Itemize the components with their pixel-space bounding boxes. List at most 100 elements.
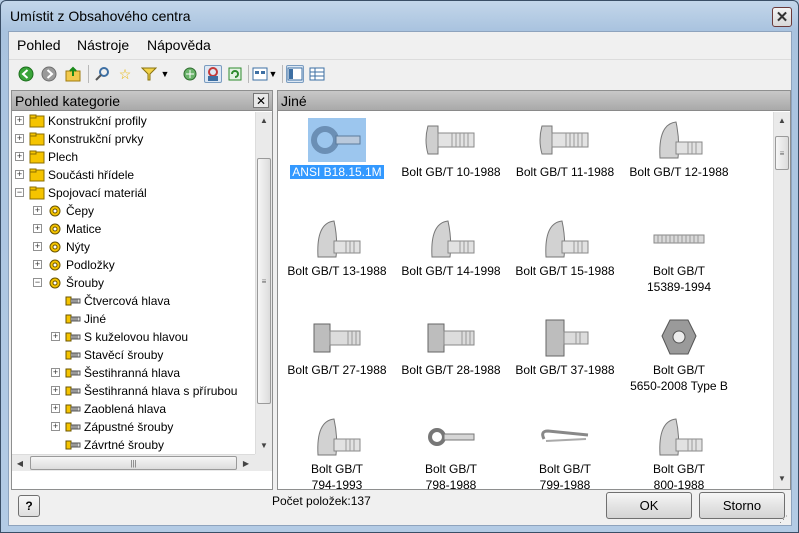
category-folder-icon bbox=[47, 240, 63, 254]
scroll-up-arrow-icon[interactable]: ▲ bbox=[774, 112, 790, 129]
content-item-label: Bolt GB/T 5650-2008 Type B bbox=[630, 363, 728, 393]
category-tree-hscrollbar[interactable]: ◀ ||| ▶ bbox=[12, 454, 255, 471]
fastener-thumbnail-icon bbox=[536, 217, 594, 261]
views-dropdown-button[interactable]: ▼ bbox=[267, 65, 279, 83]
items-pane-header: Jiné bbox=[278, 91, 790, 111]
scroll-thumb[interactable]: ≡ bbox=[257, 158, 271, 404]
fastener-thumbnail-icon bbox=[650, 217, 708, 261]
category-tree-vscrollbar[interactable]: ▲ ≡ ▼ bbox=[255, 112, 272, 454]
content-item[interactable]: Bolt GB/T 13-1988 bbox=[280, 211, 394, 306]
close-icon: ✕ bbox=[255, 93, 267, 108]
scroll-up-arrow-icon[interactable]: ▲ bbox=[256, 112, 272, 129]
content-item-label: Bolt GB/T 11-1988 bbox=[515, 165, 615, 179]
expand-icon[interactable]: + bbox=[33, 242, 42, 251]
category-pane-close-button[interactable]: ✕ bbox=[253, 93, 269, 108]
expand-icon[interactable]: + bbox=[15, 116, 24, 125]
content-item[interactable]: Bolt GB/T 28-1988 bbox=[394, 310, 508, 405]
help-button[interactable]: ? bbox=[18, 495, 40, 517]
favorites-button[interactable]: ☆ bbox=[116, 65, 134, 83]
menu-nastroje[interactable]: Nástroje bbox=[77, 37, 129, 53]
up-level-button[interactable] bbox=[64, 65, 82, 83]
ok-button[interactable]: OK bbox=[606, 492, 692, 519]
scroll-down-arrow-icon[interactable]: ▼ bbox=[256, 437, 272, 454]
category-folder-icon bbox=[65, 366, 81, 380]
fastener-thumbnail-icon bbox=[422, 316, 480, 360]
view-filter-toggle[interactable] bbox=[204, 65, 222, 83]
collapse-icon[interactable]: − bbox=[33, 278, 42, 287]
expand-icon[interactable]: + bbox=[15, 152, 24, 161]
category-folder-icon bbox=[65, 312, 81, 326]
expand-icon[interactable]: + bbox=[51, 386, 60, 395]
content-item[interactable]: ANSI B18.15.1M bbox=[280, 112, 394, 207]
search-button[interactable] bbox=[93, 65, 111, 83]
items-vscrollbar[interactable]: ▲ ≡ ▼ bbox=[773, 112, 790, 489]
content-item-label: Bolt GB/T 28-1988 bbox=[401, 363, 501, 377]
expand-icon[interactable]: + bbox=[33, 224, 42, 233]
expand-icon[interactable]: + bbox=[51, 368, 60, 377]
tree-view-toggle[interactable] bbox=[286, 65, 304, 83]
scroll-right-arrow-icon[interactable]: ▶ bbox=[238, 455, 254, 472]
expand-icon[interactable]: + bbox=[51, 332, 60, 341]
expand-icon[interactable]: + bbox=[33, 260, 42, 269]
content-item-label: Bolt GB/T 798-1988 bbox=[424, 462, 477, 489]
filter-dropdown-button[interactable]: ▼ bbox=[159, 65, 171, 83]
scroll-down-arrow-icon[interactable]: ▼ bbox=[774, 470, 790, 487]
content-item[interactable]: Bolt GB/T 10-1988 bbox=[394, 112, 508, 207]
toolbar-separator bbox=[88, 65, 89, 83]
expand-icon[interactable]: + bbox=[15, 134, 24, 143]
menu-pohled[interactable]: Pohled bbox=[17, 37, 61, 53]
tree-item-label: Konstrukční prvky bbox=[48, 132, 144, 146]
expand-icon[interactable]: + bbox=[33, 206, 42, 215]
content-item[interactable]: Bolt GB/T 798-1988 bbox=[394, 409, 508, 489]
item-count-label: Počet položek:137 bbox=[272, 494, 371, 508]
content-item-label: Bolt GB/T 15389-1994 bbox=[646, 264, 712, 294]
user-filter-icon bbox=[208, 67, 218, 81]
forward-button[interactable] bbox=[40, 65, 58, 83]
detail-view-toggle[interactable] bbox=[308, 65, 326, 83]
cancel-button[interactable]: Storno bbox=[699, 492, 785, 519]
scroll-thumb[interactable]: ||| bbox=[30, 456, 237, 470]
menu-napoveda[interactable]: Nápověda bbox=[147, 37, 211, 53]
content-item[interactable]: Bolt GB/T 15-1988 bbox=[508, 211, 622, 306]
resize-grip-icon[interactable]: ⋰ bbox=[779, 514, 789, 524]
forward-arrow-icon bbox=[41, 66, 57, 82]
content-item-label: Bolt GB/T 37-1988 bbox=[515, 363, 615, 377]
category-folder-icon bbox=[65, 294, 81, 308]
back-button[interactable] bbox=[17, 65, 35, 83]
dropdown-arrow-icon: ▼ bbox=[160, 68, 170, 79]
views-icon bbox=[252, 67, 268, 81]
refresh-icon bbox=[228, 67, 242, 81]
scroll-thumb[interactable]: ≡ bbox=[775, 136, 789, 170]
collapse-icon[interactable]: − bbox=[15, 188, 24, 197]
content-item[interactable]: Bolt GB/T 800-1988 bbox=[622, 409, 736, 489]
expand-icon[interactable]: + bbox=[51, 404, 60, 413]
tree-item-label: Nýty bbox=[66, 240, 90, 254]
refresh-content-button[interactable] bbox=[181, 65, 199, 83]
content-item[interactable]: Bolt GB/T 27-1988 bbox=[280, 310, 394, 405]
category-folder-icon bbox=[65, 348, 81, 362]
update-button[interactable] bbox=[226, 65, 244, 83]
tree-item-label: Stavěcí šrouby bbox=[84, 348, 164, 362]
fastener-thumbnail-icon bbox=[422, 118, 480, 162]
content-item[interactable]: Bolt GB/T 11-1988 bbox=[508, 112, 622, 207]
items-pane: Jiné ANSI B18.15.1M Bolt GB/T 10-1988 Bolt… bbox=[277, 90, 791, 490]
content-item[interactable]: Bolt GB/T 15389-1994 bbox=[622, 211, 736, 306]
dialog-client-area: Pohled Nástroje Nápověda ☆ ▼ ▼ Pohled ka… bbox=[8, 31, 792, 526]
category-tree[interactable]: + Konstrukční profily + Konstrukční prvky + P… bbox=[12, 112, 255, 454]
expand-icon[interactable]: + bbox=[51, 422, 60, 431]
content-item[interactable]: Bolt GB/T 12-1988 bbox=[622, 112, 736, 207]
content-item[interactable]: Bolt GB/T 14-1998 bbox=[394, 211, 508, 306]
tree-item-label: S kuželovou hlavou bbox=[84, 330, 189, 344]
category-folder-icon bbox=[29, 168, 45, 182]
window-close-button[interactable]: ✕ bbox=[772, 7, 792, 27]
content-item[interactable]: Bolt GB/T 37-1988 bbox=[508, 310, 622, 405]
category-folder-icon bbox=[29, 150, 45, 164]
scroll-left-arrow-icon[interactable]: ◀ bbox=[12, 455, 28, 472]
content-item[interactable]: Bolt GB/T 799-1988 bbox=[508, 409, 622, 489]
content-item-label: Bolt GB/T 27-1988 bbox=[287, 363, 387, 377]
expand-icon[interactable]: + bbox=[15, 170, 24, 179]
content-item[interactable]: Bolt GB/T 5650-2008 Type B bbox=[622, 310, 736, 405]
content-item[interactable]: Bolt GB/T 794-1993 bbox=[280, 409, 394, 489]
category-folder-icon bbox=[65, 402, 81, 416]
filter-button[interactable] bbox=[140, 65, 158, 83]
